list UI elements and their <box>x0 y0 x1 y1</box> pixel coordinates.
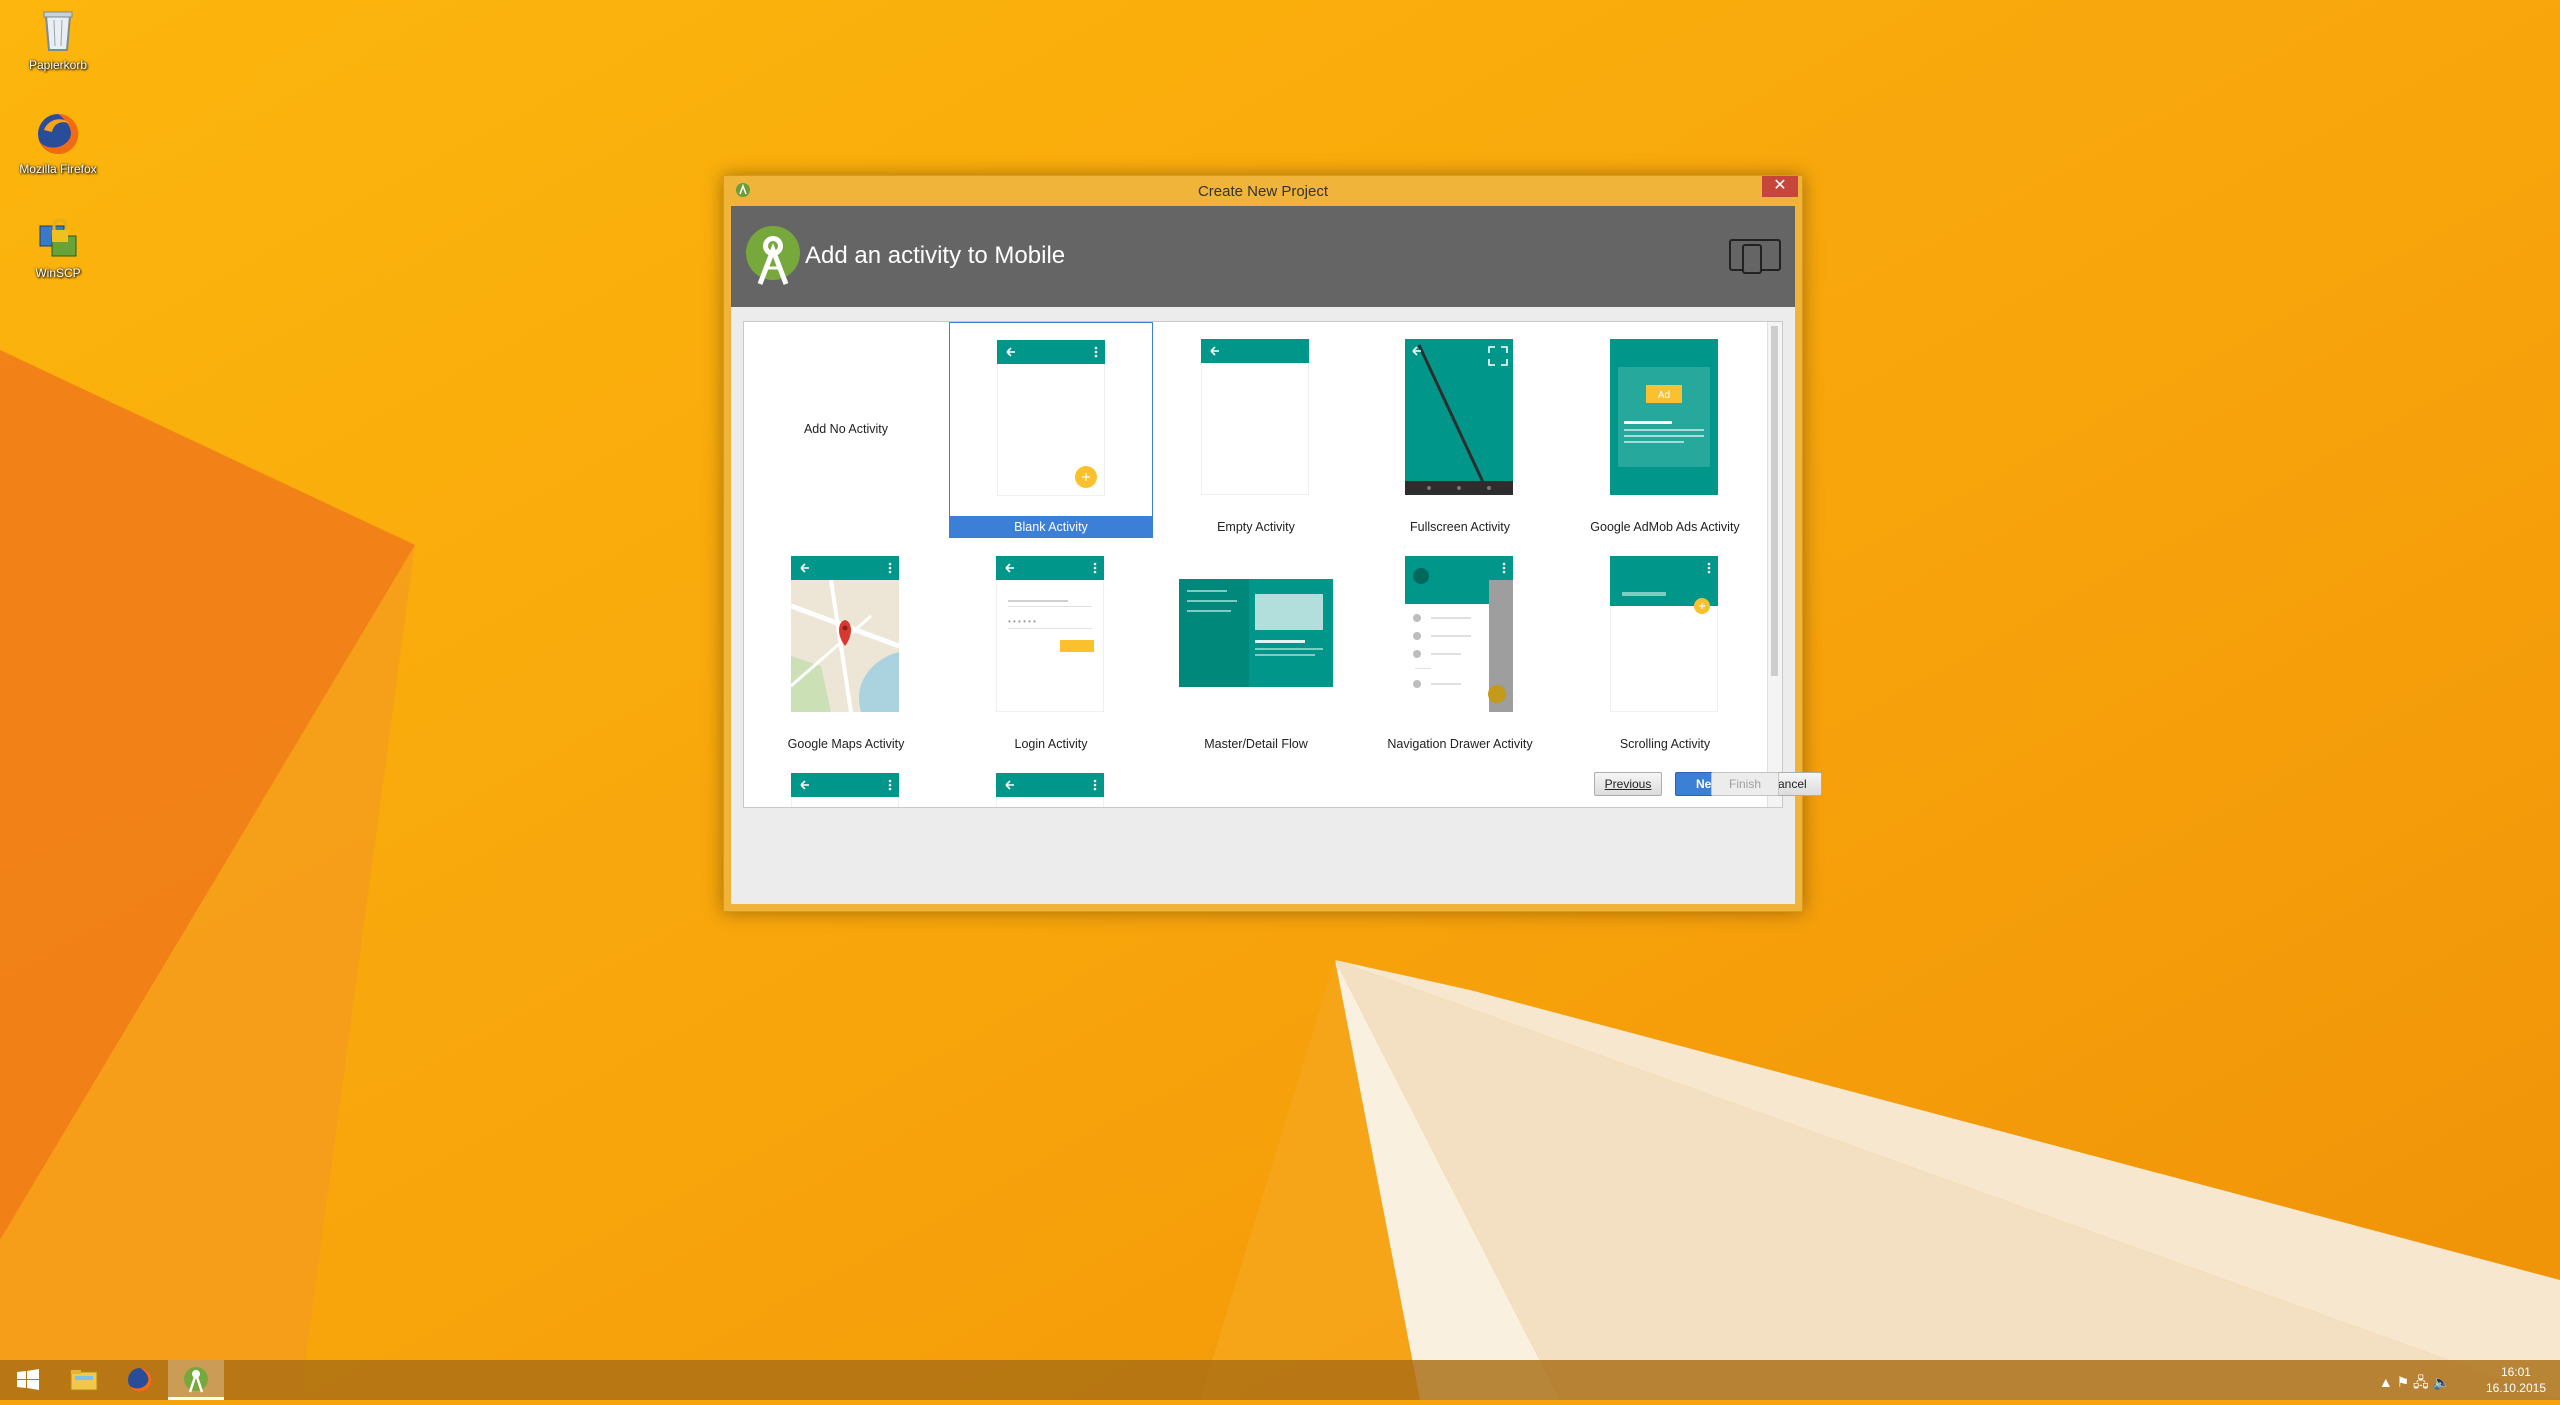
android-studio-icon <box>184 1367 208 1393</box>
tile-label: Google Maps Activity <box>787 737 905 751</box>
window-titlebar[interactable]: Create New Project ✕ <box>724 176 1802 206</box>
svg-text:• • • • • •: • • • • • • <box>1008 617 1036 626</box>
android-studio-logo-icon <box>746 226 800 285</box>
tile-empty-activity[interactable]: Empty Activity <box>1154 322 1358 538</box>
activity-preview-icon <box>791 773 899 807</box>
taskbar-android-studio[interactable] <box>168 1360 224 1400</box>
taskbar-firefox[interactable] <box>112 1360 168 1400</box>
dialog-content: Add an activity to Mobile Add No Activit… <box>731 206 1822 904</box>
login-activity-preview-icon: • • • • • • <box>996 556 1104 712</box>
ad-badge: Ad <box>1658 390 1670 401</box>
close-button[interactable]: ✕ <box>1762 176 1798 197</box>
winscp-icon <box>39 218 77 257</box>
tile-fullscreen-activity[interactable]: Fullscreen Activity <box>1358 322 1562 538</box>
finish-button: Finish <box>1711 772 1779 796</box>
previous-button[interactable]: Previous <box>1594 772 1662 796</box>
scrolling-activity-preview-icon <box>1610 556 1718 712</box>
master-detail-preview-icon <box>1179 579 1333 687</box>
tile-partial-row3-2[interactable] <box>949 756 1153 807</box>
empty-activity-preview-icon <box>1201 339 1309 495</box>
tile-login-activity[interactable]: • • • • • • Login Activity <box>949 539 1153 755</box>
admob-activity-preview-icon: Ad <box>1610 339 1718 495</box>
dialog-header: Add an activity to Mobile <box>731 206 1795 307</box>
navigation-drawer-preview-icon <box>1405 556 1513 712</box>
taskbar-file-explorer[interactable] <box>56 1360 112 1400</box>
activity-gallery: Add No Activity Blank Activity Empty Act… <box>743 321 1783 808</box>
blank-activity-preview-icon <box>997 340 1105 496</box>
windows-logo-icon <box>17 1369 39 1390</box>
maps-activity-preview-icon <box>791 556 899 712</box>
tile-scrolling-activity[interactable]: Scrolling Activity <box>1563 539 1767 755</box>
tile-google-admob-ads-activity[interactable]: Ad Google AdMob Ads Activity <box>1563 322 1767 538</box>
tile-label: Login Activity <box>1014 737 1088 751</box>
tile-label: Fullscreen Activity <box>1409 520 1511 534</box>
page-title: Add an activity to Mobile <box>805 242 1066 269</box>
recycle-bin-icon <box>43 11 73 51</box>
desktop-icon-label: Mozilla Firefox <box>19 162 97 176</box>
tile-add-no-activity[interactable]: Add No Activity <box>744 322 948 538</box>
create-new-project-dialog: Create New Project ✕ Add an activity to … <box>723 175 1822 912</box>
window-title: Create New Project <box>1197 183 1329 200</box>
desktop-icon-recycle-bin[interactable]: Papierkorb <box>14 6 102 72</box>
previous-label: Previous <box>1604 777 1652 791</box>
scrollbar-thumb[interactable] <box>1771 326 1778 676</box>
tile-label: Google AdMob Ads Activity <box>1590 520 1740 534</box>
desktop-icon-label: Papierkorb <box>28 58 88 72</box>
tile-partial-row3-1[interactable] <box>744 756 948 807</box>
start-button[interactable] <box>0 1360 56 1400</box>
tile-label: Blank Activity <box>950 516 1152 538</box>
desktop-icon-winscp[interactable]: WinSCP <box>14 214 102 280</box>
tile-google-maps-activity[interactable]: Google Maps Activity <box>744 539 948 755</box>
tile-label: Scrolling Activity <box>1619 737 1711 751</box>
clock[interactable]: 16:01 16.10.2015 <box>2486 1364 2546 1396</box>
system-tray[interactable]: ▲ ⚑ 🖧 🔈 <box>2379 1372 2450 1396</box>
tile-label: Navigation Drawer Activity <box>1387 737 1533 751</box>
clock-time: 16:01 <box>2500 1365 2531 1379</box>
firefox-icon <box>38 113 79 154</box>
tile-blank-activity[interactable]: Blank Activity <box>949 322 1153 538</box>
tile-label: Master/Detail Flow <box>1204 737 1308 751</box>
firefox-icon <box>128 1368 152 1392</box>
finish-label: Finish <box>1728 777 1761 791</box>
tile-label: Add No Activity <box>803 422 889 436</box>
phone-tablet-icon <box>1729 239 1781 274</box>
clock-date: 16.10.2015 <box>2485 1381 2546 1395</box>
folder-icon <box>70 1370 98 1391</box>
desktop-icon-firefox[interactable]: Mozilla Firefox <box>14 110 102 176</box>
activity-preview-icon <box>996 773 1104 807</box>
gallery-scrollbar[interactable] <box>1767 322 1782 807</box>
fullscreen-activity-preview-icon <box>1405 339 1513 495</box>
taskbar: ▲ ⚑ 🖧 🔈 16:01 16.10.2015 <box>0 1360 2560 1400</box>
tile-master-detail-flow[interactable]: Master/Detail Flow <box>1154 539 1358 755</box>
tile-label: Empty Activity <box>1217 520 1295 534</box>
desktop-icon-label: WinSCP <box>35 266 81 280</box>
tile-navigation-drawer-activity[interactable]: Navigation Drawer Activity <box>1358 539 1562 755</box>
